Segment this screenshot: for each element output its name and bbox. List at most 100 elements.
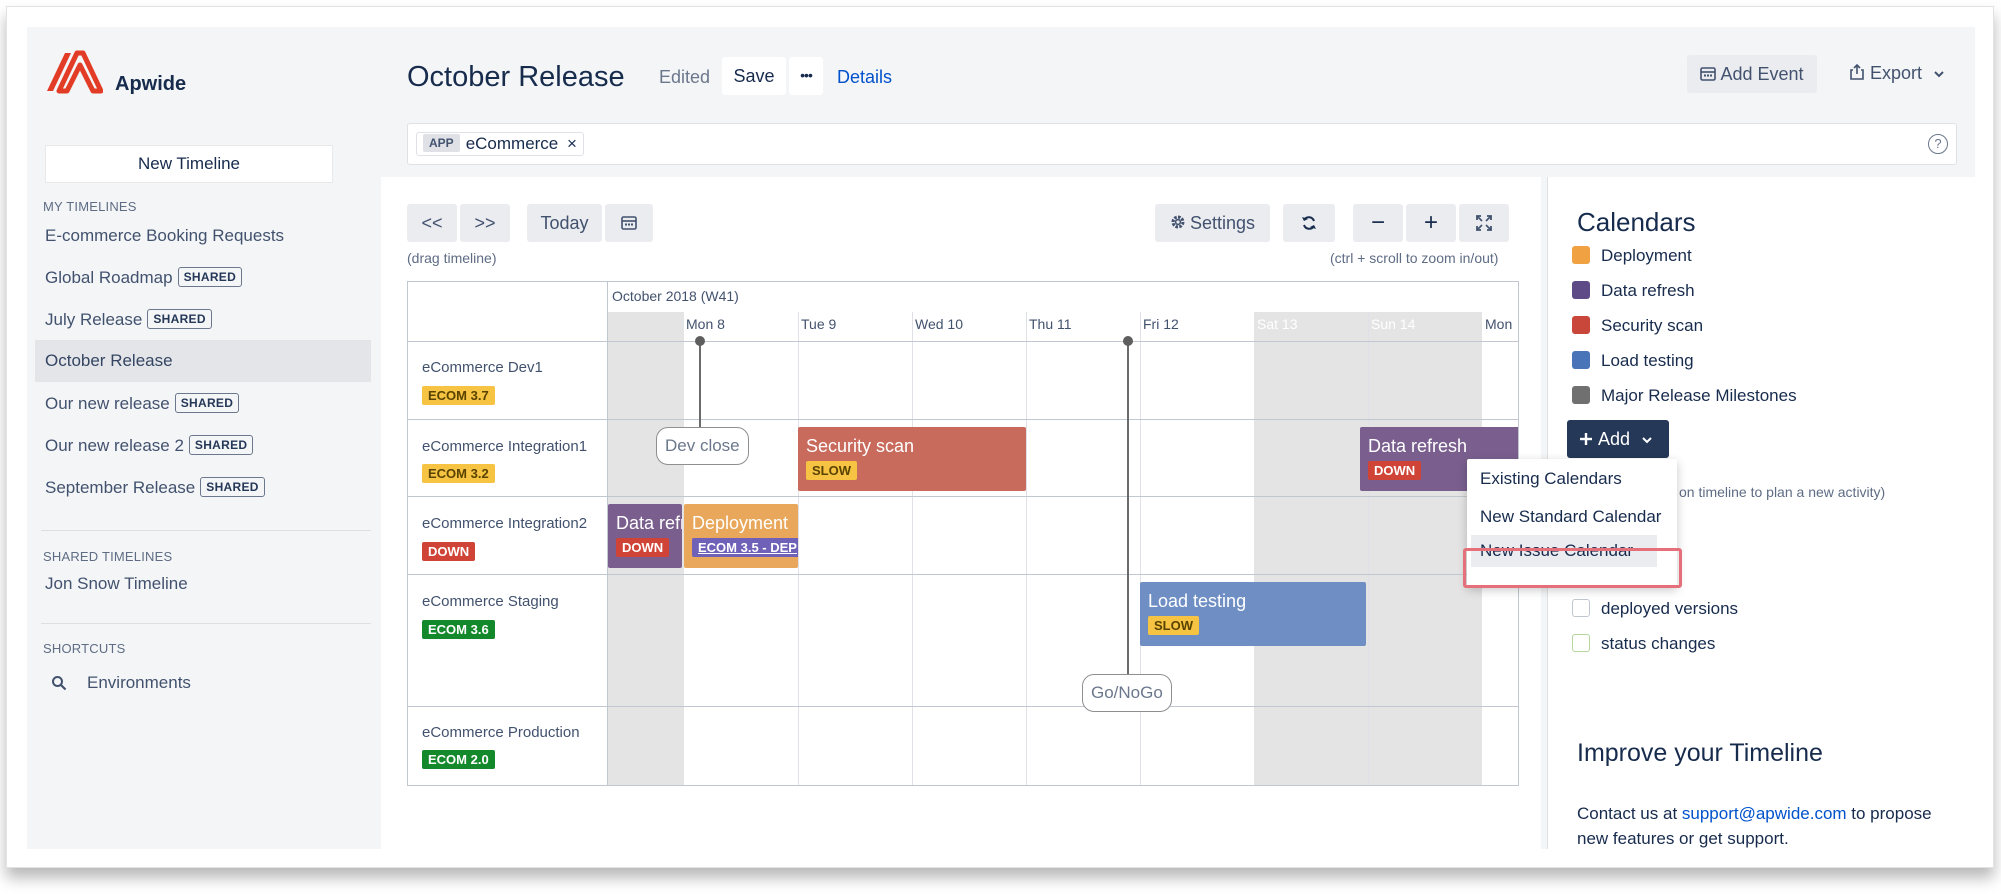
brand-name: Apwide — [115, 73, 187, 95]
env-status-badge: DOWN — [422, 542, 476, 561]
page-title: October Release — [407, 61, 625, 93]
shared-timelines-heading: SHARED TIMELINES — [43, 549, 173, 564]
support-email-link[interactable]: support@apwide.com — [1682, 804, 1847, 823]
apwide-logo-icon — [47, 50, 103, 94]
improve-title: Improve your Timeline — [1577, 739, 1823, 767]
calendar-item-major-release-milestones[interactable]: Major Release Milestones — [1601, 386, 1797, 406]
day-label: Thu 11 — [1029, 316, 1072, 332]
date-picker-button[interactable] — [605, 204, 653, 242]
sidebar-item-october-release[interactable]: October Release — [35, 340, 371, 382]
day-divider — [798, 312, 799, 785]
row-label: eCommerce Production — [422, 724, 580, 741]
expand-icon — [1476, 215, 1492, 231]
fullscreen-button[interactable] — [1459, 204, 1509, 242]
shared-badge: SHARED — [200, 477, 265, 497]
status-changes-checkbox[interactable] — [1572, 634, 1590, 652]
calendar-item-load-testing[interactable]: Load testing — [1601, 351, 1694, 371]
my-timelines-heading: MY TIMELINES — [43, 199, 137, 214]
refresh-button[interactable] — [1283, 204, 1335, 242]
plan-hint: on timeline to plan a new activity) — [1679, 484, 1886, 500]
export-button[interactable]: Export — [1849, 63, 1945, 84]
plus-icon — [1580, 433, 1592, 445]
zoom-out-button[interactable]: − — [1353, 204, 1403, 242]
milestone-dot — [695, 336, 705, 346]
calendar-swatch[interactable] — [1572, 316, 1590, 334]
env-version-badge: ECOM 3.7 — [422, 386, 495, 405]
sidebar-item-july-release[interactable]: July Release SHARED — [35, 299, 371, 341]
env-version-badge: ECOM 3.2 — [422, 464, 495, 483]
shared-badge: SHARED — [174, 393, 240, 413]
milestone-go-nogo[interactable]: Go/NoGo — [1082, 674, 1172, 712]
shared-badge: SHARED — [177, 267, 243, 287]
event-data-refresh-int2[interactable]: Data refr DOWN — [608, 504, 682, 568]
calendar-swatch[interactable] — [1572, 246, 1590, 264]
day-label: Sun 14 — [1371, 316, 1416, 332]
filter-chip-ecommerce[interactable]: APP eCommerce × — [416, 132, 584, 156]
event-title: Security scan — [806, 436, 915, 456]
support-text-before: Contact us at — [1577, 804, 1682, 823]
sidebar-item-september-release[interactable]: September Release SHARED — [35, 467, 371, 509]
event-badge: DOWN — [616, 538, 670, 557]
deployed-versions-checkbox[interactable] — [1572, 599, 1590, 617]
filter-bar[interactable]: APP eCommerce × ? — [407, 123, 1957, 165]
sidebar-item-global-roadmap[interactable]: Global Roadmap SHARED — [35, 257, 371, 299]
sidebar-divider — [41, 530, 371, 531]
row-divider — [408, 496, 1518, 497]
day-divider — [1140, 312, 1141, 785]
help-icon[interactable]: ? — [1928, 134, 1948, 154]
sidebar-item-ecommerce-booking[interactable]: E-commerce Booking Requests — [35, 215, 371, 257]
calendar-swatch[interactable] — [1572, 281, 1590, 299]
save-button[interactable]: Save — [722, 57, 786, 95]
calendar-item-data-refresh[interactable]: Data refresh — [1601, 281, 1695, 301]
day-label: Mon 8 — [686, 316, 725, 332]
next-button[interactable]: >> — [460, 204, 510, 242]
calendar-item-deployment[interactable]: Deployment — [1601, 246, 1692, 266]
add-event-label: Add Event — [1720, 64, 1804, 84]
chip-remove-icon[interactable]: × — [567, 134, 577, 153]
event-security-scan[interactable]: Security scan SLOW — [798, 427, 1026, 491]
row-divider — [408, 419, 1518, 420]
chip-tag: APP — [423, 134, 460, 152]
milestone-line — [1127, 341, 1129, 674]
settings-button[interactable]: Settings — [1155, 204, 1270, 242]
sidebar-item-our-new-release[interactable]: Our new release SHARED — [35, 383, 371, 425]
settings-label: Settings — [1189, 213, 1256, 233]
zoom-in-button[interactable]: + — [1406, 204, 1456, 242]
event-deployment[interactable]: Deployment ECOM 3.5 - DEP — [684, 504, 798, 568]
sidebar-item-label: Our new release — [45, 394, 170, 413]
sidebar-item-jon-snow-timeline[interactable]: Jon Snow Timeline — [35, 563, 371, 605]
add-event-button[interactable]: Add Event — [1687, 55, 1817, 93]
sidebar-item-label: Global Roadmap — [45, 268, 173, 287]
event-title: Data refresh — [1368, 436, 1468, 456]
search-icon — [52, 676, 67, 691]
day-label: Wed 10 — [915, 316, 963, 332]
more-button[interactable]: ••• — [789, 57, 823, 95]
refresh-icon — [1302, 216, 1316, 230]
menu-item-new-standard-calendar[interactable]: New Standard Calendar — [1480, 507, 1661, 527]
milestone-dev-close[interactable]: Dev close — [656, 427, 749, 465]
row-label: eCommerce Staging — [422, 593, 559, 610]
today-button[interactable]: Today — [527, 204, 602, 242]
event-badge: DOWN — [1368, 461, 1422, 480]
calendar-swatch[interactable] — [1572, 386, 1590, 404]
calendar-swatch[interactable] — [1572, 351, 1590, 369]
share-icon — [1850, 63, 1864, 80]
menu-item-existing-calendars[interactable]: Existing Calendars — [1480, 469, 1622, 489]
app-container: Apwide New Timeline MY TIMELINES E-comme… — [27, 27, 1975, 849]
timeline-grid[interactable]: October 2018 (W41) Mon 8 Tue 9 Wed 10 Th… — [407, 281, 1519, 786]
shortcut-environments[interactable]: Environments — [87, 673, 191, 693]
add-calendar-button[interactable]: Add — [1567, 420, 1669, 458]
calendar-item-security-scan[interactable]: Security scan — [1601, 316, 1703, 336]
event-badge: SLOW — [1148, 616, 1199, 635]
details-link[interactable]: Details — [837, 67, 892, 88]
day-label: Sat 13 — [1257, 316, 1298, 332]
day-divider — [912, 312, 913, 785]
new-timeline-button[interactable]: New Timeline — [45, 145, 333, 183]
prev-button[interactable]: << — [407, 204, 457, 242]
sidebar-item-label: July Release — [45, 310, 143, 329]
event-load-testing[interactable]: Load testing SLOW — [1140, 582, 1366, 646]
row-label: eCommerce Integration2 — [422, 515, 588, 532]
env-version-badge: ECOM 3.6 — [422, 620, 495, 639]
sidebar-item-our-new-release-2[interactable]: Our new release 2 SHARED — [35, 425, 371, 467]
sidebar-item-label: October Release — [45, 351, 173, 370]
